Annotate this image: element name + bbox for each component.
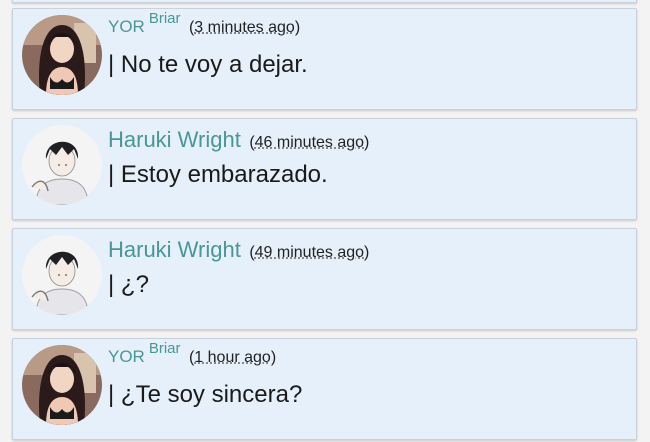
post-header: Haruki Wright (49 minutes ago)	[108, 237, 369, 263]
haruki-avatar-icon	[22, 125, 102, 205]
timestamp: (1 hour ago)	[188, 349, 277, 366]
yor-avatar-icon	[22, 15, 102, 95]
timestamp-link[interactable]: 49 minutes ago	[255, 244, 364, 261]
yor-avatar-icon	[22, 345, 102, 425]
message-feed: YOR Briar (3 minutes ago) | No te voy a d…	[0, 0, 650, 442]
timestamp: (3 minutes ago)	[188, 19, 301, 36]
timestamp-link[interactable]: 46 minutes ago	[255, 134, 364, 151]
author-superscript[interactable]: Briar	[149, 340, 181, 357]
author-name[interactable]: Haruki Wright	[108, 237, 241, 262]
post-header: YOR Briar (3 minutes ago)	[108, 10, 301, 37]
post-header: Haruki Wright (46 minutes ago)	[108, 127, 369, 153]
post-card: YOR Briar (1 hour ago) | ¿Te soy sincera?	[12, 338, 637, 440]
avatar[interactable]	[22, 345, 102, 425]
post-text: | ¿Te soy sincera?	[108, 381, 303, 408]
author-name[interactable]: Haruki Wright	[108, 127, 241, 152]
avatar[interactable]	[22, 15, 102, 95]
avatar[interactable]	[22, 235, 102, 315]
timestamp-link[interactable]: 3 minutes ago	[194, 19, 295, 36]
author-superscript[interactable]: Briar	[149, 10, 181, 27]
author-prefix[interactable]: YOR	[108, 17, 145, 36]
post-card: YOR Briar (3 minutes ago) | No te voy a d…	[12, 8, 637, 110]
author-prefix[interactable]: YOR	[108, 347, 145, 366]
post-text: | ¿?	[108, 271, 149, 298]
post-text: | No te voy a dejar.	[108, 51, 308, 78]
post-card: Haruki Wright (49 minutes ago) | ¿?	[12, 228, 637, 330]
timestamp-link[interactable]: 1 hour ago	[194, 349, 271, 366]
avatar[interactable]	[22, 125, 102, 205]
haruki-avatar-icon	[22, 235, 102, 315]
timestamp: (46 minutes ago)	[249, 134, 370, 151]
previous-post-edge	[12, 0, 637, 3]
post-header: YOR Briar (1 hour ago)	[108, 340, 277, 367]
post-text: | Estoy embarazado.	[108, 161, 328, 188]
post-card: Haruki Wright (46 minutes ago) | Estoy e…	[12, 118, 637, 220]
timestamp: (49 minutes ago)	[249, 244, 370, 261]
